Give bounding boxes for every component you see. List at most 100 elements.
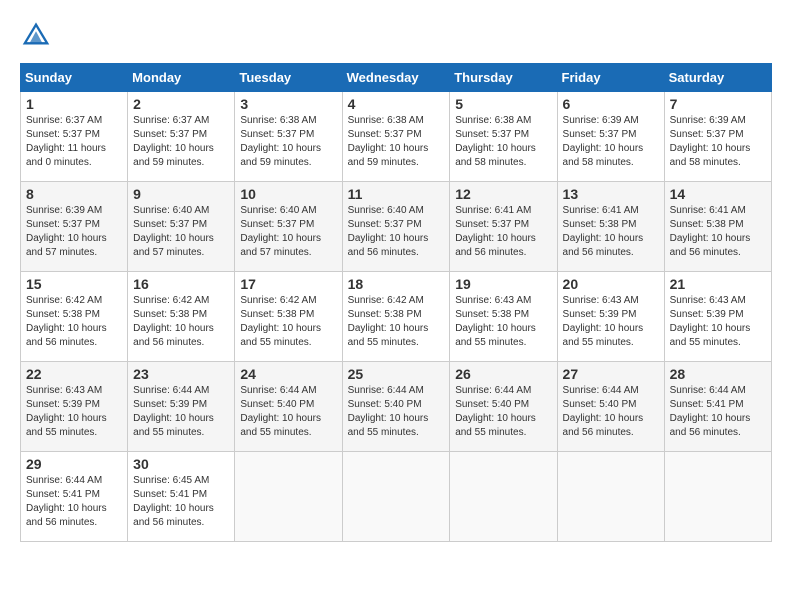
calendar-day-19: 19 Sunrise: 6:43 AMSunset: 5:38 PMDaylig… xyxy=(450,272,557,362)
calendar-day-24: 24 Sunrise: 6:44 AMSunset: 5:40 PMDaylig… xyxy=(235,362,342,452)
day-number: 18 xyxy=(348,276,445,292)
day-header-tuesday: Tuesday xyxy=(235,64,342,92)
day-info: Sunrise: 6:42 AMSunset: 5:38 PMDaylight:… xyxy=(240,295,321,348)
calendar-day-15: 15 Sunrise: 6:42 AMSunset: 5:38 PMDaylig… xyxy=(21,272,128,362)
day-number: 28 xyxy=(670,366,766,382)
day-number: 12 xyxy=(455,186,551,202)
day-info: Sunrise: 6:38 AMSunset: 5:37 PMDaylight:… xyxy=(240,115,321,168)
day-number: 11 xyxy=(348,186,445,202)
day-number: 6 xyxy=(563,96,659,112)
day-info: Sunrise: 6:43 AMSunset: 5:38 PMDaylight:… xyxy=(455,295,536,348)
day-info: Sunrise: 6:43 AMSunset: 5:39 PMDaylight:… xyxy=(563,295,644,348)
day-info: Sunrise: 6:37 AMSunset: 5:37 PMDaylight:… xyxy=(26,115,106,168)
page-header xyxy=(20,20,772,53)
calendar-day-2: 2 Sunrise: 6:37 AMSunset: 5:37 PMDayligh… xyxy=(128,92,235,182)
calendar-table: SundayMondayTuesdayWednesdayThursdayFrid… xyxy=(20,63,772,542)
day-number: 23 xyxy=(133,366,229,382)
calendar-day-3: 3 Sunrise: 6:38 AMSunset: 5:37 PMDayligh… xyxy=(235,92,342,182)
day-info: Sunrise: 6:40 AMSunset: 5:37 PMDaylight:… xyxy=(348,205,429,258)
day-number: 3 xyxy=(240,96,336,112)
day-header-saturday: Saturday xyxy=(664,64,771,92)
day-info: Sunrise: 6:41 AMSunset: 5:37 PMDaylight:… xyxy=(455,205,536,258)
day-number: 30 xyxy=(133,456,229,472)
logo xyxy=(20,20,50,53)
calendar-week-1: 1 Sunrise: 6:37 AMSunset: 5:37 PMDayligh… xyxy=(21,92,772,182)
day-info: Sunrise: 6:43 AMSunset: 5:39 PMDaylight:… xyxy=(26,385,107,438)
calendar-day-16: 16 Sunrise: 6:42 AMSunset: 5:38 PMDaylig… xyxy=(128,272,235,362)
empty-cell xyxy=(557,452,664,542)
day-info: Sunrise: 6:44 AMSunset: 5:40 PMDaylight:… xyxy=(455,385,536,438)
day-info: Sunrise: 6:44 AMSunset: 5:40 PMDaylight:… xyxy=(563,385,644,438)
calendar-week-2: 8 Sunrise: 6:39 AMSunset: 5:37 PMDayligh… xyxy=(21,182,772,272)
day-info: Sunrise: 6:42 AMSunset: 5:38 PMDaylight:… xyxy=(26,295,107,348)
day-header-friday: Friday xyxy=(557,64,664,92)
day-info: Sunrise: 6:44 AMSunset: 5:41 PMDaylight:… xyxy=(670,385,751,438)
day-number: 15 xyxy=(26,276,122,292)
day-info: Sunrise: 6:39 AMSunset: 5:37 PMDaylight:… xyxy=(26,205,107,258)
calendar-day-25: 25 Sunrise: 6:44 AMSunset: 5:40 PMDaylig… xyxy=(342,362,450,452)
calendar-day-9: 9 Sunrise: 6:40 AMSunset: 5:37 PMDayligh… xyxy=(128,182,235,272)
calendar-day-17: 17 Sunrise: 6:42 AMSunset: 5:38 PMDaylig… xyxy=(235,272,342,362)
day-info: Sunrise: 6:39 AMSunset: 5:37 PMDaylight:… xyxy=(670,115,751,168)
calendar-day-10: 10 Sunrise: 6:40 AMSunset: 5:37 PMDaylig… xyxy=(235,182,342,272)
calendar-day-6: 6 Sunrise: 6:39 AMSunset: 5:37 PMDayligh… xyxy=(557,92,664,182)
calendar-day-12: 12 Sunrise: 6:41 AMSunset: 5:37 PMDaylig… xyxy=(450,182,557,272)
calendar-day-29: 29 Sunrise: 6:44 AMSunset: 5:41 PMDaylig… xyxy=(21,452,128,542)
calendar-day-7: 7 Sunrise: 6:39 AMSunset: 5:37 PMDayligh… xyxy=(664,92,771,182)
day-header-monday: Monday xyxy=(128,64,235,92)
day-number: 29 xyxy=(26,456,122,472)
day-info: Sunrise: 6:44 AMSunset: 5:40 PMDaylight:… xyxy=(240,385,321,438)
calendar-day-13: 13 Sunrise: 6:41 AMSunset: 5:38 PMDaylig… xyxy=(557,182,664,272)
calendar-day-18: 18 Sunrise: 6:42 AMSunset: 5:38 PMDaylig… xyxy=(342,272,450,362)
day-info: Sunrise: 6:38 AMSunset: 5:37 PMDaylight:… xyxy=(455,115,536,168)
calendar-day-14: 14 Sunrise: 6:41 AMSunset: 5:38 PMDaylig… xyxy=(664,182,771,272)
calendar-day-30: 30 Sunrise: 6:45 AMSunset: 5:41 PMDaylig… xyxy=(128,452,235,542)
day-header-sunday: Sunday xyxy=(21,64,128,92)
calendar-week-3: 15 Sunrise: 6:42 AMSunset: 5:38 PMDaylig… xyxy=(21,272,772,362)
day-info: Sunrise: 6:44 AMSunset: 5:40 PMDaylight:… xyxy=(348,385,429,438)
calendar-day-4: 4 Sunrise: 6:38 AMSunset: 5:37 PMDayligh… xyxy=(342,92,450,182)
day-number: 17 xyxy=(240,276,336,292)
day-number: 24 xyxy=(240,366,336,382)
calendar-day-1: 1 Sunrise: 6:37 AMSunset: 5:37 PMDayligh… xyxy=(21,92,128,182)
day-info: Sunrise: 6:43 AMSunset: 5:39 PMDaylight:… xyxy=(670,295,751,348)
day-header-wednesday: Wednesday xyxy=(342,64,450,92)
calendar-day-23: 23 Sunrise: 6:44 AMSunset: 5:39 PMDaylig… xyxy=(128,362,235,452)
day-number: 21 xyxy=(670,276,766,292)
empty-cell xyxy=(450,452,557,542)
calendar-day-28: 28 Sunrise: 6:44 AMSunset: 5:41 PMDaylig… xyxy=(664,362,771,452)
day-info: Sunrise: 6:39 AMSunset: 5:37 PMDaylight:… xyxy=(563,115,644,168)
day-info: Sunrise: 6:44 AMSunset: 5:41 PMDaylight:… xyxy=(26,475,107,528)
calendar-day-26: 26 Sunrise: 6:44 AMSunset: 5:40 PMDaylig… xyxy=(450,362,557,452)
day-number: 20 xyxy=(563,276,659,292)
day-number: 5 xyxy=(455,96,551,112)
logo-icon xyxy=(22,20,50,48)
day-number: 14 xyxy=(670,186,766,202)
day-number: 9 xyxy=(133,186,229,202)
day-number: 16 xyxy=(133,276,229,292)
day-number: 13 xyxy=(563,186,659,202)
calendar-day-11: 11 Sunrise: 6:40 AMSunset: 5:37 PMDaylig… xyxy=(342,182,450,272)
day-number: 4 xyxy=(348,96,445,112)
day-info: Sunrise: 6:45 AMSunset: 5:41 PMDaylight:… xyxy=(133,475,214,528)
calendar-day-27: 27 Sunrise: 6:44 AMSunset: 5:40 PMDaylig… xyxy=(557,362,664,452)
day-info: Sunrise: 6:40 AMSunset: 5:37 PMDaylight:… xyxy=(240,205,321,258)
day-info: Sunrise: 6:42 AMSunset: 5:38 PMDaylight:… xyxy=(133,295,214,348)
calendar-day-8: 8 Sunrise: 6:39 AMSunset: 5:37 PMDayligh… xyxy=(21,182,128,272)
day-number: 26 xyxy=(455,366,551,382)
calendar-day-20: 20 Sunrise: 6:43 AMSunset: 5:39 PMDaylig… xyxy=(557,272,664,362)
day-info: Sunrise: 6:40 AMSunset: 5:37 PMDaylight:… xyxy=(133,205,214,258)
calendar-header-row: SundayMondayTuesdayWednesdayThursdayFrid… xyxy=(21,64,772,92)
day-info: Sunrise: 6:37 AMSunset: 5:37 PMDaylight:… xyxy=(133,115,214,168)
day-number: 25 xyxy=(348,366,445,382)
calendar-week-5: 29 Sunrise: 6:44 AMSunset: 5:41 PMDaylig… xyxy=(21,452,772,542)
empty-cell xyxy=(235,452,342,542)
day-number: 1 xyxy=(26,96,122,112)
day-info: Sunrise: 6:38 AMSunset: 5:37 PMDaylight:… xyxy=(348,115,429,168)
empty-cell xyxy=(342,452,450,542)
day-number: 2 xyxy=(133,96,229,112)
calendar-day-22: 22 Sunrise: 6:43 AMSunset: 5:39 PMDaylig… xyxy=(21,362,128,452)
day-number: 27 xyxy=(563,366,659,382)
day-number: 22 xyxy=(26,366,122,382)
day-info: Sunrise: 6:44 AMSunset: 5:39 PMDaylight:… xyxy=(133,385,214,438)
